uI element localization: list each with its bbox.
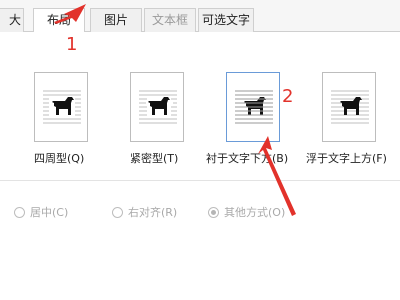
- arrow-to-layout-tab-icon: [54, 4, 86, 24]
- arrow-to-behind-text-icon: [258, 136, 296, 216]
- annotation-number-1: 1: [66, 34, 78, 55]
- annotation-number-2: 2: [282, 86, 294, 107]
- annotation-arrows: [54, 4, 296, 216]
